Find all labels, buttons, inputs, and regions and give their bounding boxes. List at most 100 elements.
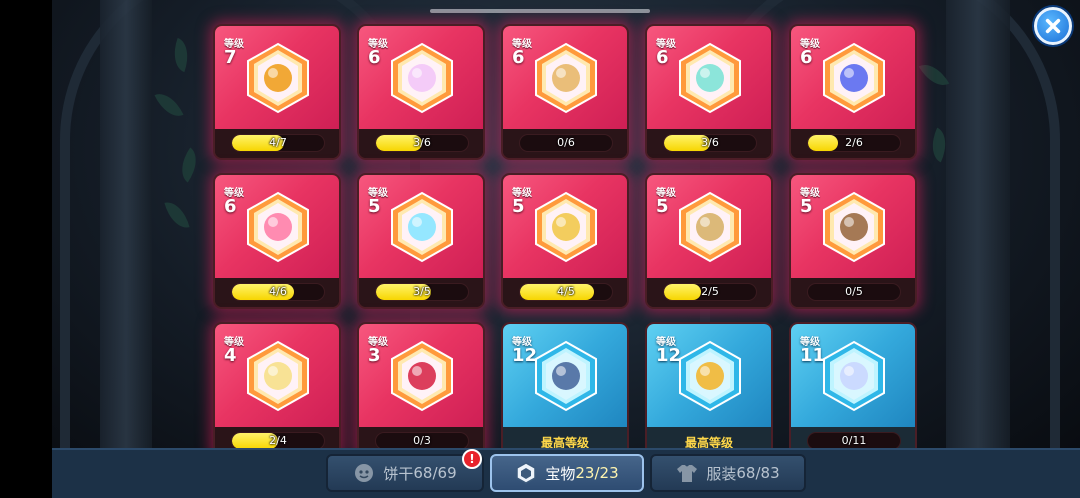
level-number: 6 xyxy=(656,47,669,68)
progress-text: 3/6 xyxy=(413,136,431,149)
coral-branch-icon xyxy=(677,42,743,114)
tab-costumes-label: 服装 xyxy=(706,464,737,483)
progress-text: 2/6 xyxy=(845,136,863,149)
card-top: 等级 6 xyxy=(503,26,627,129)
fire-crystal-icon xyxy=(245,42,311,114)
cat-candy-icon xyxy=(389,191,455,263)
progress-text: 0/5 xyxy=(845,285,863,298)
flamingo-ring-icon xyxy=(245,191,311,263)
progress-bar: 4/5 xyxy=(519,283,613,301)
level-number: 6 xyxy=(368,47,381,68)
background-pillar xyxy=(946,0,1010,448)
treasure-card[interactable]: 等级 3 0/3 xyxy=(357,322,485,458)
progress-text: 2/5 xyxy=(701,285,719,298)
tab-cookies-count: 68/69 xyxy=(413,464,457,482)
tab-treasures-count: 23/23 xyxy=(575,464,619,482)
card-top: 等级 5 xyxy=(791,175,915,278)
level-number: 5 xyxy=(800,196,813,217)
flower-cloud-icon xyxy=(389,42,455,114)
level-number: 4 xyxy=(224,345,237,366)
progress-bar: 3/5 xyxy=(375,283,469,301)
progress-text: 3/5 xyxy=(413,285,431,298)
drag-handle[interactable] xyxy=(430,9,650,13)
progress-bar: 2/6 xyxy=(807,134,901,152)
card-top: 等级 11 xyxy=(791,324,915,427)
flower-wreath-icon xyxy=(245,340,311,412)
progress-text: 4/6 xyxy=(269,285,287,298)
treasure-card[interactable]: 等级 12 最高等级 xyxy=(645,322,773,458)
progress-text: 4/5 xyxy=(557,285,575,298)
progress-text: 0/3 xyxy=(413,434,431,447)
treasure-card[interactable]: 等级 5 2/5 xyxy=(645,173,773,309)
treasure-card[interactable]: 等级 6 3/6 xyxy=(357,24,485,160)
shirt-icon xyxy=(676,462,698,484)
bandaged-idol-icon xyxy=(677,191,743,263)
treasure-card[interactable]: 等级 5 3/5 xyxy=(357,173,485,309)
tab-treasures-label: 宝物 xyxy=(545,464,576,483)
treasure-card[interactable]: 等级 12 最高等级 xyxy=(501,322,629,458)
progress-text: 4/7 xyxy=(269,136,287,149)
treasure-card[interactable]: 等级 7 4/7 xyxy=(213,24,341,160)
pocket-watch-icon xyxy=(533,191,599,263)
progress-bar: 4/7 xyxy=(231,134,325,152)
treasure-card[interactable]: 等级 5 0/5 xyxy=(789,173,917,309)
card-top: 等级 3 xyxy=(359,324,483,427)
blue-potion-icon xyxy=(821,42,887,114)
level-number: 5 xyxy=(368,196,381,217)
treasure-card[interactable]: 等级 5 4/5 xyxy=(501,173,629,309)
close-button[interactable] xyxy=(1034,7,1072,45)
card-top: 等级 7 xyxy=(215,26,339,129)
progress-bar: 2/5 xyxy=(663,283,757,301)
tab-cookies-label: 饼干 xyxy=(383,464,414,483)
card-top: 等级 6 xyxy=(647,26,771,129)
tab-treasures[interactable]: 宝物 23/23 xyxy=(490,454,644,492)
level-number: 6 xyxy=(224,196,237,217)
progress-bar: 3/6 xyxy=(375,134,469,152)
progress-text: 0/11 xyxy=(841,434,867,447)
close-icon xyxy=(1045,18,1061,34)
level-number: 7 xyxy=(224,47,237,68)
bottom-tab-bar: 饼干 68/69 宝物 23/23 服装 68/83 xyxy=(52,448,1080,498)
progress-text: 0/6 xyxy=(557,136,575,149)
background-pillar xyxy=(100,0,152,448)
level-number: 5 xyxy=(512,196,525,217)
treasure-hex-icon xyxy=(515,462,537,484)
treasure-card[interactable]: 等级 4 2/4 xyxy=(213,322,341,458)
treasure-card[interactable]: 等级 6 3/6 xyxy=(645,24,773,160)
tab-cookies[interactable]: 饼干 68/69 xyxy=(326,454,484,492)
scroll-map-icon xyxy=(533,42,599,114)
level-number: 3 xyxy=(368,345,381,366)
progress-bar: 0/5 xyxy=(807,283,901,301)
ghost-orb-icon xyxy=(821,340,887,412)
notification-badge: ! xyxy=(462,449,482,469)
progress-bar: 4/6 xyxy=(231,283,325,301)
level-number: 6 xyxy=(512,47,525,68)
card-top: 等级 6 xyxy=(359,26,483,129)
left-bezel xyxy=(0,0,52,498)
progress-text: 2/4 xyxy=(269,434,287,447)
progress-bar: 0/6 xyxy=(519,134,613,152)
card-top: 等级 5 xyxy=(503,175,627,278)
level-number: 6 xyxy=(800,47,813,68)
dark-crown-icon xyxy=(533,340,599,412)
progress-text: 3/6 xyxy=(701,136,719,149)
card-top: 等级 6 xyxy=(791,26,915,129)
cookie-face-icon xyxy=(353,462,375,484)
tab-costumes[interactable]: 服装 68/83 xyxy=(650,454,806,492)
card-top: 等级 5 xyxy=(647,175,771,278)
gold-pendant-icon xyxy=(677,340,743,412)
tab-costumes-count: 68/83 xyxy=(736,464,780,482)
berries-icon xyxy=(389,340,455,412)
card-top: 等级 4 xyxy=(215,324,339,427)
treasure-card[interactable]: 等级 6 2/6 xyxy=(789,24,917,160)
card-top: 等级 6 xyxy=(215,175,339,278)
card-top: 等级 5 xyxy=(359,175,483,278)
treasure-card[interactable]: 等级 11 0/11 xyxy=(789,322,917,458)
treasure-card[interactable]: 等级 6 0/6 xyxy=(501,24,629,160)
acorn-pouch-icon xyxy=(821,191,887,263)
card-top: 等级 12 xyxy=(647,324,771,427)
progress-bar: 3/6 xyxy=(663,134,757,152)
treasure-card[interactable]: 等级 6 4/6 xyxy=(213,173,341,309)
level-number: 5 xyxy=(656,196,669,217)
card-top: 等级 12 xyxy=(503,324,627,427)
